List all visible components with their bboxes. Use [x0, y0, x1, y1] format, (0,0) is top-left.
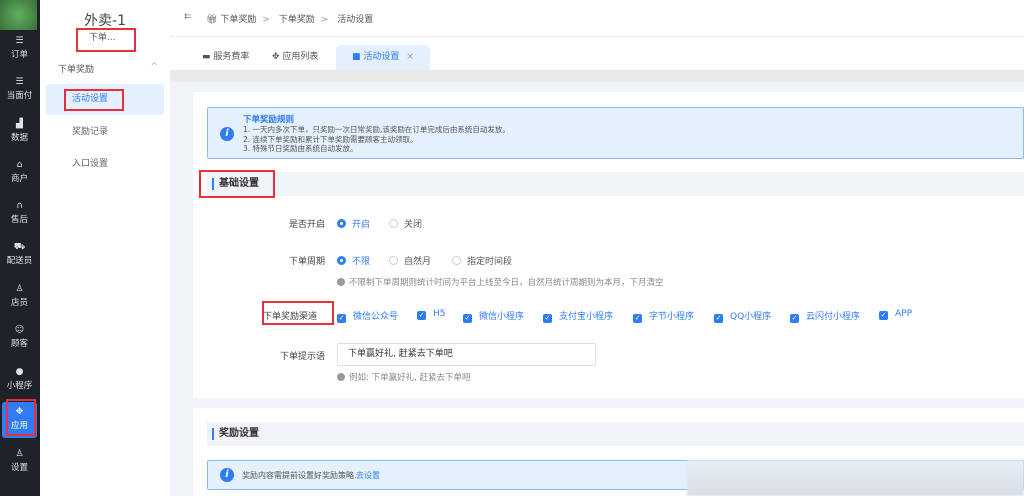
radio-period-range[interactable]: 指定时间段 [452, 254, 512, 267]
sub-sidebar: 外卖-1 下单... 下单奖励 ^ 活动设置 奖励记录 入口设置 [40, 0, 170, 496]
nav-staff[interactable]: ♙ 店员 [2, 279, 37, 315]
rule-line: 1. 一天内多次下单，只奖励一次日常奖励,该奖励在订单完成后由系统自动发放。 [243, 125, 510, 134]
breadcrumb-item[interactable]: 下单奖励 [279, 15, 315, 25]
nav-face-pay[interactable]: ☰ 当面付 [2, 72, 37, 108]
prompt-input[interactable]: 下单赢好礼, 赶紧去下单吧 [337, 343, 596, 366]
checkbox-unionpay-mini[interactable]: ✓ 云闪付小程序 [790, 309, 860, 323]
checkbox-h5[interactable]: ✓ H5 [417, 309, 446, 320]
nav-merchant[interactable]: ⌂ 商户 [2, 155, 37, 191]
info-icon [337, 278, 345, 286]
settings-icon: ♙ [15, 449, 24, 459]
rules-title: 下单奖励规则 [243, 115, 295, 125]
staff-icon: ♙ [15, 284, 24, 294]
rules-list: 1. 一天内多次下单，只奖励一次日常奖励,该奖励在订单完成后由系统自动发放。 2… [243, 125, 510, 154]
radio-period-unlimited[interactable]: 不限 [337, 254, 370, 267]
close-tab-icon[interactable]: × [406, 52, 414, 62]
chevron-up-icon: ^ [150, 62, 158, 72]
highlight-box [64, 89, 124, 111]
tab-service-fee[interactable]: ▬ 服务费率 [202, 45, 249, 70]
rule-line: 2. 连续下单奖励和累计下单奖励需要顾客主动领取。 [243, 134, 418, 144]
top-header: ⇇ 🎁︎ 下单奖励 > 下单奖励 > 活动设置 [170, 0, 1024, 37]
menu-reward-records[interactable]: 奖励记录 [46, 117, 164, 148]
go-settings-link[interactable]: 去设置 [356, 470, 380, 481]
basic-settings-card: i 下单奖励规则 1. 一天内多次下单，只奖励一次日常奖励,该奖励在订单完成后由… [193, 92, 1024, 398]
menu-entry-settings[interactable]: 入口设置 [46, 149, 164, 180]
period-label: 下单周期 [288, 257, 325, 267]
wechat-icon: ● [15, 367, 24, 377]
info-icon: i [220, 468, 234, 482]
divider [170, 70, 1024, 82]
info-icon [337, 373, 345, 381]
app-title: 外卖-1 [84, 13, 126, 29]
tab-app-list[interactable]: ✥ 应用列表 [272, 45, 318, 70]
breadcrumb: 🎁︎ 下单奖励 > 下单奖励 > 活动设置 [206, 15, 374, 25]
apps-icon: ✥ [272, 52, 283, 62]
radio-enable-on[interactable]: 开启 [337, 217, 370, 230]
prompt-hint: 例如: 下单赢好礼, 赶紧去下单吧 [337, 371, 470, 383]
section-basic-settings: 基础设置 [207, 172, 1024, 196]
enable-label: 是否开启 [288, 220, 325, 230]
headset-icon: ∩ [16, 201, 23, 211]
menu-group-order-reward[interactable]: 下单奖励 ^ [58, 62, 158, 75]
list-icon: ☰ [15, 77, 24, 87]
info-icon: i [220, 127, 234, 141]
nav-aftersale[interactable]: ∩ 售后 [2, 196, 37, 232]
checkbox-bytedance-mini[interactable]: ✓ 字节小程序 [633, 309, 694, 323]
gift-icon: ■ [352, 52, 364, 62]
checkbox-qq-mini[interactable]: ✓ QQ小程序 [714, 309, 771, 323]
gift-icon: 🎁︎ [206, 15, 218, 25]
reward-notice-text: 奖励内容需提前设置好奖励策略. [242, 471, 357, 480]
section-reward-settings: 奖励设置 [207, 422, 1024, 446]
car-icon: ▬ [202, 52, 214, 62]
delivery-icon: ⛟ [13, 242, 26, 252]
rules-alert: i 下单奖励规则 1. 一天内多次下单，只奖励一次日常奖励,该奖励在订单完成后由… [207, 107, 1024, 159]
highlight-box [76, 28, 136, 52]
nav-data[interactable]: ▟ 数据 [2, 114, 37, 150]
customer-icon: ☺ [14, 325, 25, 335]
highlight-box [6, 399, 36, 436]
radio-period-month[interactable]: 自然月 [389, 254, 431, 267]
breadcrumb-item: 活动设置 [337, 15, 374, 25]
nav-miniprogram[interactable]: ● 小程序 [2, 362, 37, 398]
highlight-box [199, 170, 275, 198]
prompt-label: 下单提示语 [279, 352, 325, 362]
bar-chart-icon: ▟ [16, 119, 23, 129]
store-avatar[interactable] [0, 0, 37, 30]
nav-customer[interactable]: ☺ 顾客 [2, 320, 37, 356]
collapse-icon[interactable]: ⇇ [184, 12, 192, 22]
rule-line: 3. 特殊节日奖励由系统自动发放。 [243, 144, 358, 153]
nav-delivery[interactable]: ⛟ 配送员 [2, 237, 37, 273]
period-hint: 不限制下单周期则统计时间为平台上线至今日，自然月统计周期则为本月，下月清空 [337, 276, 664, 288]
nav-orders[interactable]: ☰ 订单 [2, 31, 37, 67]
nav-settings[interactable]: ♙ 设置 [2, 444, 37, 480]
checkbox-app[interactable]: ✓ APP [879, 309, 912, 320]
radio-enable-off[interactable]: 关闭 [389, 217, 422, 230]
tab-activity-settings[interactable]: ■ 活动设置 × [336, 45, 430, 70]
store-icon: ⌂ [16, 160, 23, 170]
checkbox-alipay-mini[interactable]: ✓ 支付宝小程序 [543, 309, 613, 323]
list-icon: ☰ [15, 36, 24, 46]
main-nav: ☰ 订单 ☰ 当面付 ▟ 数据 ⌂ 商户 ∩ 售后 ⛟ 配送员 ♙ 店员 ☺ 顾客 ● 小程序 ✥… [0, 0, 40, 496]
breadcrumb-item[interactable]: 下单奖励 [220, 15, 256, 25]
checkbox-wechat-mini[interactable]: ✓ 微信小程序 [463, 309, 524, 323]
highlight-box [262, 301, 334, 325]
checkbox-wechat-official[interactable]: ✓ 微信公众号 [337, 309, 398, 323]
tab-bar: ▬ 服务费率 ✥ 应用列表 ■ 活动设置 × [170, 37, 1024, 70]
blurred-overlay [687, 460, 1024, 496]
